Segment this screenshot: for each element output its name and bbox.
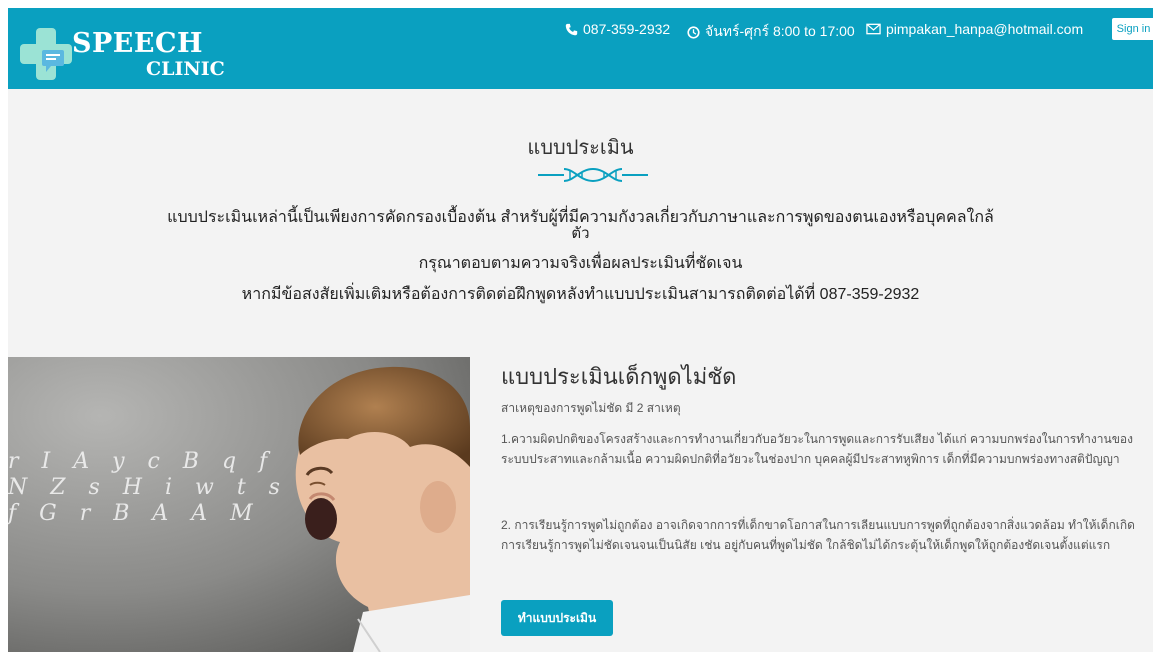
sign-in-button[interactable]: Sign in — [1112, 18, 1153, 40]
page-title: แบบประเมิน — [527, 137, 634, 159]
take-assessment-button[interactable]: ทำแบบประเมิน — [501, 600, 613, 636]
phone-number: 087-359-2932 — [583, 21, 671, 37]
clinic-logo[interactable]: SPEECH CLINIC — [18, 22, 258, 82]
assessment-section: แบบประเมิน แบบประเมินเหล่านี้เป็นเพียงกา… — [8, 89, 1153, 652]
clock-icon — [687, 25, 700, 39]
assessment-title: แบบประเมินเด็กพูดไม่ชัด — [501, 364, 737, 389]
site-header: SPEECH CLINIC 087-359-2932 จันทร์-ศุกร์ … — [8, 8, 1153, 89]
medical-cross-icon — [20, 28, 72, 80]
intro-line-3: หากมีข้อสงสัยเพิ่มเติมหรือต้องการติดต่อฝ… — [241, 286, 920, 303]
email-info[interactable]: pimpakan_hanpa@hotmail.com — [866, 21, 1083, 37]
child-speaking-photo: r I A y c B q f N Z s H i w t s f G r B … — [8, 357, 470, 652]
phone-info[interactable]: 087-359-2932 — [565, 21, 670, 37]
opening-hours: จันทร์-ศุกร์ 8:00 to 17:00 — [705, 23, 855, 39]
intro-line-2: กรุณาตอบตามความจริงเพื่อผลประเมินที่ชัดเ… — [418, 255, 743, 272]
phone-icon — [565, 23, 578, 35]
cause-paragraph-1: 1.ความผิดปกติของโครงสร้างและการทำงานเกี่… — [501, 432, 1133, 466]
assessment-subtitle: สาเหตุของการพูดไม่ชัด มี 2 สาเหตุ — [501, 401, 681, 415]
dna-divider-icon — [538, 167, 648, 183]
email-address: pimpakan_hanpa@hotmail.com — [886, 21, 1084, 37]
hours-info: จันทร์-ศุกร์ 8:00 to 17:00 — [687, 21, 855, 43]
logo-text-speech: SPEECH — [72, 28, 203, 59]
envelope-icon — [866, 23, 881, 35]
logo-text-clinic: CLINIC — [146, 58, 225, 80]
cause-paragraph-2: 2. การเรียนรู้การพูดไม่ถูกต้อง อาจเกิดจา… — [501, 518, 1135, 552]
letters-text: r I A y c B q f N Z s H i w t s f G r B … — [8, 449, 288, 526]
intro-line-1-wrap: ตัว — [571, 225, 590, 242]
